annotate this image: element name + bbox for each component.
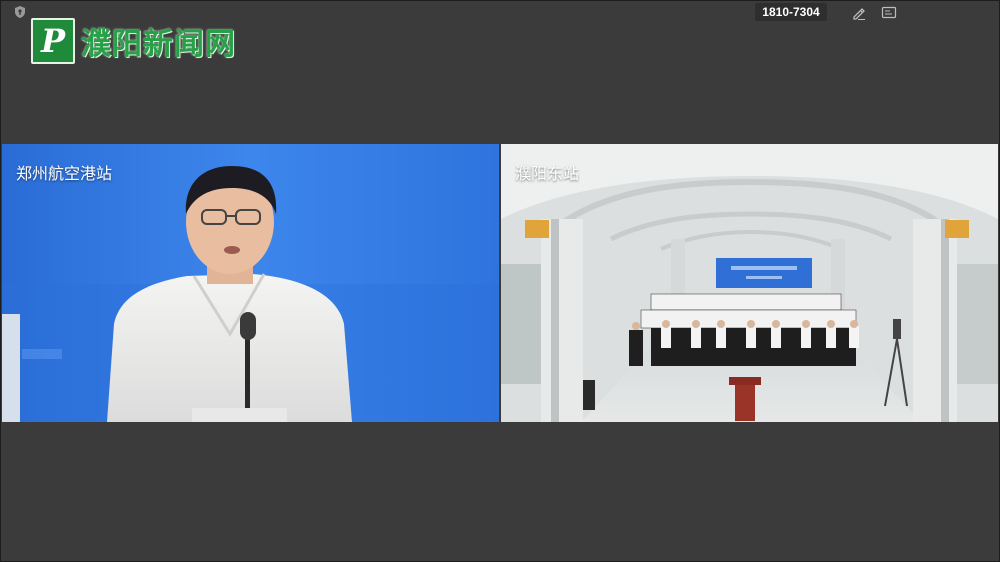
speaker-video: [2, 144, 499, 422]
screen-share-icon[interactable]: [881, 5, 897, 21]
logo-text: 濮阳新闻网: [81, 27, 236, 62]
news-logo: P 濮阳新闻网: [31, 17, 236, 65]
logo-p-icon: P: [40, 22, 66, 60]
video-label-zhengzhou: 郑州航空港站: [16, 164, 113, 183]
ceremony-video: [501, 144, 998, 422]
meeting-id-badge[interactable]: 1810-7304: [755, 3, 827, 21]
logo-letter: P: [40, 22, 66, 60]
video-pane-zhengzhou[interactable]: 郑州航空港站: [2, 144, 499, 422]
video-label-puyang: 濮阳东站: [515, 164, 580, 183]
edit-icon[interactable]: [851, 5, 867, 21]
meeting-window: P 濮阳新闻网 1810-7304 郑州航空港站 濮阳东站: [0, 0, 1000, 562]
logo-badge: P: [31, 18, 75, 64]
video-pane-puyang[interactable]: 濮阳东站: [501, 144, 998, 422]
shield-icon: [15, 6, 25, 18]
